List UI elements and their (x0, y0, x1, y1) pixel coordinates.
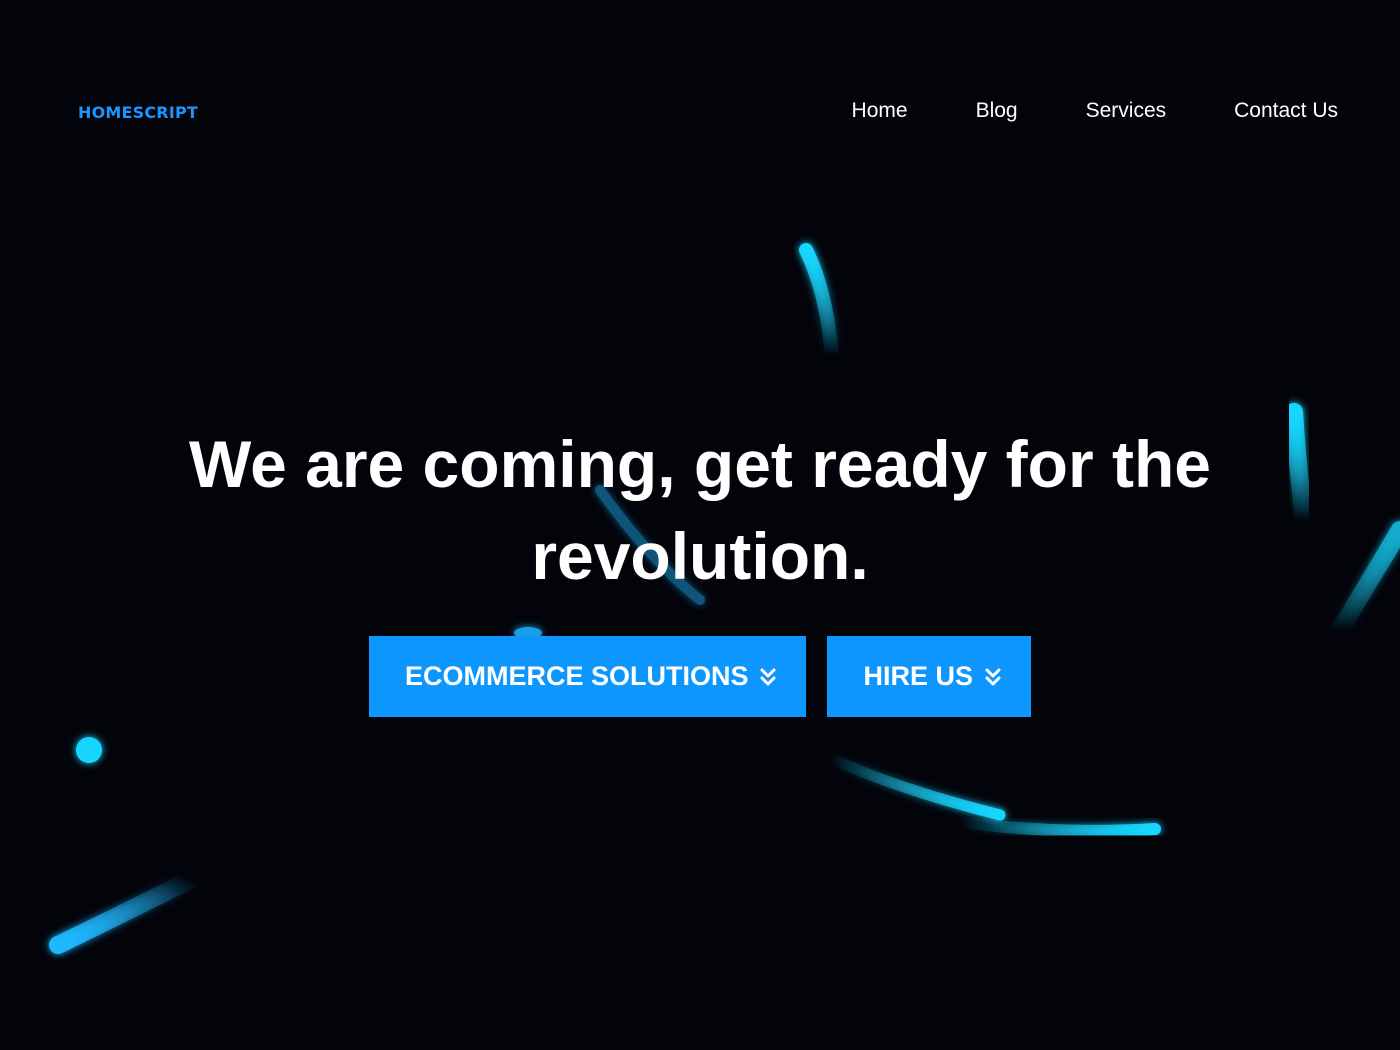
nav-link-home[interactable]: Home (852, 99, 908, 123)
double-chevron-down-icon (985, 667, 1001, 687)
hire-us-button-label: HIRE US (863, 661, 974, 691)
nav-link-services[interactable]: Services (1086, 99, 1167, 123)
ecommerce-solutions-button[interactable]: ECOMMERCE SOLUTIONS (368, 636, 807, 717)
light-streak (954, 816, 1161, 837)
hero-cta-row: ECOMMERCE SOLUTIONS HIRE US (0, 636, 1400, 717)
ecommerce-solutions-button-label: ECOMMERCE SOLUTIONS (404, 661, 749, 691)
light-dot (76, 737, 102, 763)
light-streak (799, 243, 839, 362)
nav-link-blog[interactable]: Blog (976, 99, 1018, 123)
light-streak (49, 871, 199, 954)
hero-title: We are coming, get ready for the revolut… (188, 427, 1212, 593)
main-navigation: Home Blog Services Contact Us (852, 99, 1338, 123)
hero-section: We are coming, get ready for the revolut… (0, 418, 1400, 602)
hire-us-button[interactable]: HIRE US (827, 636, 1032, 717)
nav-link-contact-us[interactable]: Contact Us (1234, 99, 1338, 123)
site-logo[interactable]: HOMESCRIPT (78, 103, 198, 122)
site-header: HOMESCRIPT Home Blog Services Contact Us (0, 0, 1400, 226)
light-streak (824, 752, 1006, 821)
double-chevron-down-icon (760, 667, 776, 687)
